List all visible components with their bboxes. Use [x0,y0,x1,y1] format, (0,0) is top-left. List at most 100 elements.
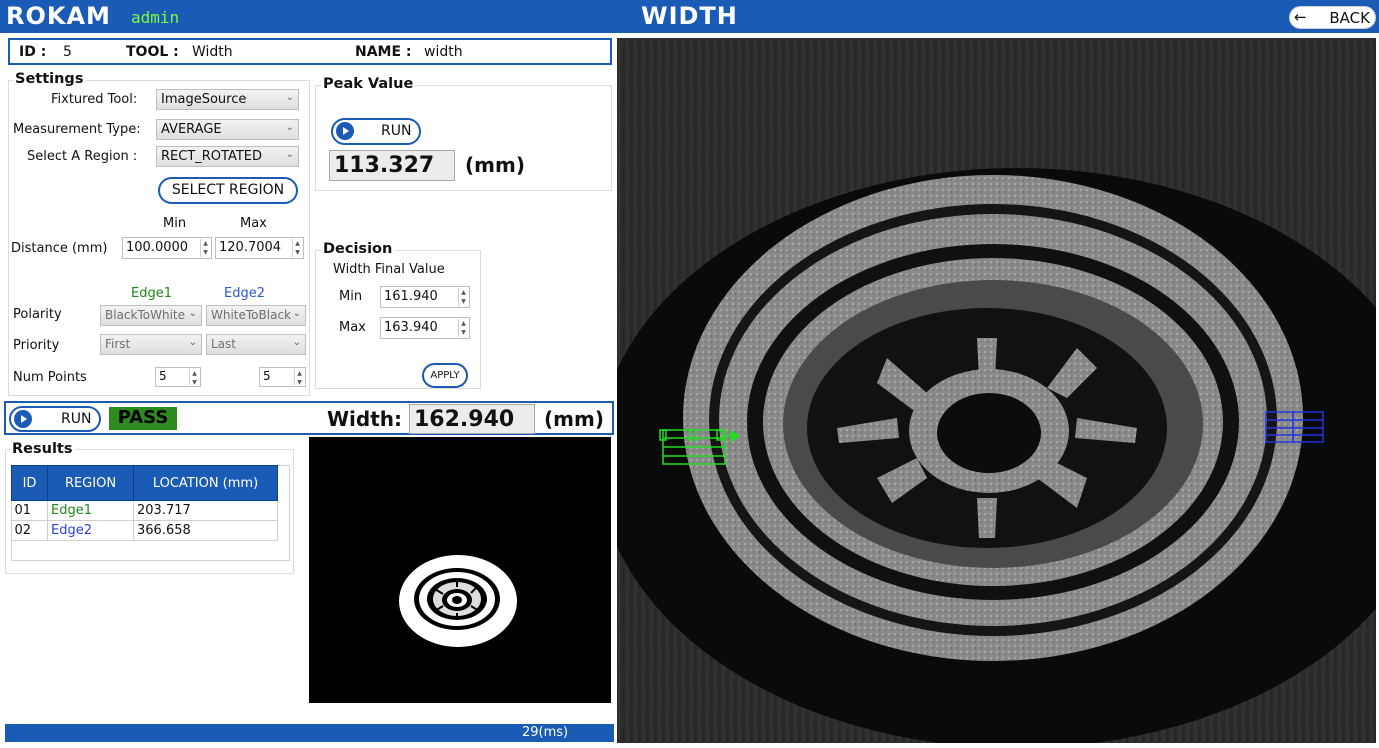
tool-label: TOOL : [126,44,179,60]
chevron-down-icon: ⌄ [292,308,301,319]
region-select[interactable]: RECT_ROTATED ⌄ [156,146,299,167]
row-location: 366.658 [133,520,278,541]
decision-legend: Decision [321,241,395,257]
width-value-display: 162.940 [409,404,535,434]
page-title: WIDTH [641,2,738,30]
back-button[interactable]: ← BACK [1289,6,1376,29]
spinner-arrows-icon[interactable]: ▲ ▼ [292,239,302,257]
measurement-type-select[interactable]: AVERAGE ⌄ [156,119,299,140]
width-unit: (mm) [544,407,604,431]
edge2-header: Edge2 [224,286,265,301]
polarity-edge1-select[interactable]: BlackToWhite ⌄ [100,305,202,326]
row-location: 203.717 [133,500,278,521]
header-bar: ROKAM admin WIDTH ← BACK [0,0,1379,33]
results-table: ID REGION LOCATION (mm) 01 Edge1 203.717… [11,465,278,541]
select-region-button[interactable]: SELECT REGION [158,177,298,204]
elapsed-time: 29(ms) [522,725,569,740]
row-id: 01 [11,500,48,521]
camera-image-view[interactable] [617,38,1376,743]
decision-subtitle: Width Final Value [333,262,445,277]
priority-edge2-value: Last [211,337,236,351]
region-label: Select A Region : [27,149,138,164]
results-header-row: ID REGION LOCATION (mm) [11,465,278,501]
row-region: Edge1 [47,500,134,521]
distance-max-value: 120.7004 [219,240,282,255]
decision-min-label: Min [339,289,363,304]
app-logo: ROKAM [6,2,111,30]
main-run-label: RUN [61,411,92,427]
fixtured-tool-select[interactable]: ImageSource ⌄ [156,89,299,110]
fixtured-tool-value: ImageSource [161,92,247,107]
run-result-bar: RUN PASS Width: 162.940 (mm) [4,401,614,435]
max-header: Max [240,216,267,231]
spinner-arrows-icon[interactable]: ▲ ▼ [200,239,210,257]
spinner-arrows-icon[interactable]: ▲ ▼ [189,369,199,386]
distance-min-input[interactable]: 100.0000 ▲ ▼ [122,237,212,259]
peak-value-legend: Peak Value [321,76,416,92]
play-icon [336,122,354,140]
chevron-down-icon: ⌄ [188,308,197,319]
distance-label: Distance (mm) [11,241,108,256]
column-header-location[interactable]: LOCATION (mm) [133,465,278,501]
peak-value-display: 113.327 [329,150,455,181]
spinner-arrows-icon[interactable]: ▲ ▼ [458,288,468,306]
min-header: Min [163,216,187,231]
decision-min-input[interactable]: 161.940 ▲ ▼ [380,286,470,308]
column-header-region[interactable]: REGION [47,465,134,501]
settings-legend: Settings [13,71,86,87]
arrow-left-icon: ← [1294,8,1307,26]
main-run-button[interactable]: RUN [9,406,101,432]
decision-max-label: Max [339,320,366,335]
decision-min-value: 161.940 [384,289,438,304]
region-value: RECT_ROTATED [161,149,263,164]
priority-label: Priority [13,338,60,353]
table-row[interactable]: 02 Edge2 366.658 [11,520,278,541]
chevron-down-icon: ⌄ [285,149,294,160]
row-id: 02 [11,520,48,541]
priority-edge1-select[interactable]: First ⌄ [100,334,202,355]
num-points-edge1-value: 5 [159,369,167,383]
apply-button[interactable]: APPLY [422,363,468,388]
priority-edge1-value: First [105,337,131,351]
spinner-arrows-icon[interactable]: ▲ ▼ [458,319,468,337]
table-row[interactable]: 01 Edge1 203.717 [11,500,278,521]
results-legend: Results [10,441,75,457]
polarity-edge1-value: BlackToWhite [105,308,185,322]
decision-max-input[interactable]: 163.940 ▲ ▼ [380,317,470,339]
spinner-arrows-icon[interactable]: ▲ ▼ [294,369,304,386]
num-points-edge2-value: 5 [263,369,271,383]
status-bar: 29(ms) [5,724,614,742]
chevron-down-icon: ⌄ [188,337,197,348]
chevron-down-icon: ⌄ [285,122,294,133]
priority-edge2-select[interactable]: Last ⌄ [206,334,306,355]
chevron-down-icon: ⌄ [292,337,301,348]
measurement-type-value: AVERAGE [161,122,222,137]
id-value: 5 [63,44,72,60]
binary-mask-graphic [399,555,517,647]
part-image-graphic [617,38,1376,743]
pass-status-badge: PASS [109,407,177,430]
num-points-label: Num Points [13,370,87,385]
peak-run-button[interactable]: RUN [331,118,421,145]
name-label: NAME : [355,44,412,60]
num-points-edge1-input[interactable]: 5 ▲ ▼ [155,367,201,387]
tool-info-bar: ID : 5 TOOL : Width NAME : width [8,38,612,65]
chevron-down-icon: ⌄ [285,92,294,103]
distance-min-value: 100.0000 [126,240,189,255]
column-header-id[interactable]: ID [11,465,48,501]
id-label: ID : [19,44,47,60]
edge1-header: Edge1 [131,286,172,301]
row-region: Edge2 [47,520,134,541]
width-label: Width: [327,407,403,431]
binary-preview-image [309,437,611,703]
polarity-edge2-select[interactable]: WhiteToBlack ⌄ [206,305,306,326]
current-user: admin [131,8,180,27]
name-value: width [424,44,463,60]
num-points-edge2-input[interactable]: 5 ▲ ▼ [259,367,306,387]
distance-max-input[interactable]: 120.7004 ▲ ▼ [215,237,304,259]
measurement-type-label: Measurement Type: [13,122,141,137]
decision-max-value: 163.940 [384,320,438,335]
peak-unit: (mm) [465,153,525,177]
play-icon [14,410,32,428]
back-label: BACK [1329,9,1370,27]
